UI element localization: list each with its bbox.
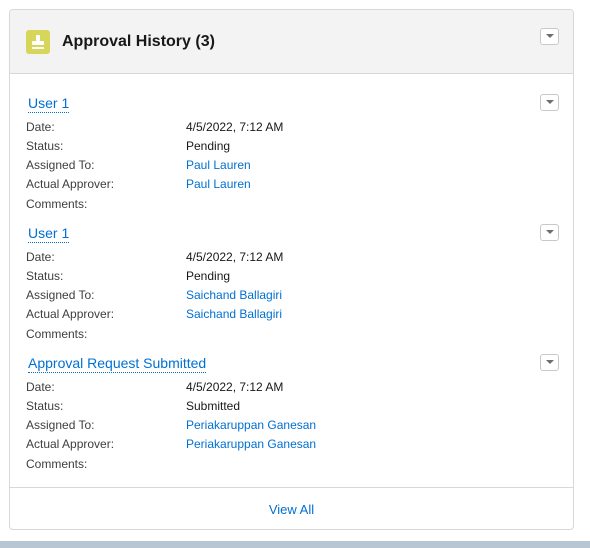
status-label: Status: (26, 399, 64, 413)
assigned-to-label: Assigned To: (26, 418, 95, 432)
status-label: Status: (26, 269, 64, 283)
date-label: Date: (26, 380, 55, 394)
actual-approver-link[interactable]: Periakaruppan Ganesan (186, 435, 316, 453)
status-value: Pending (186, 269, 231, 283)
card-header: Approval History (3) (10, 10, 573, 74)
assigned-to-link[interactable]: Saichand Ballagiri (186, 286, 282, 304)
approval-stamp-icon (26, 30, 50, 54)
approval-item: User 1 Date: 4/5/2022, 7:12 AM Status: P… (10, 94, 573, 220)
status-label: Status: (26, 139, 64, 153)
comments-label: Comments: (26, 197, 88, 211)
card-title: Approval History (3) (62, 33, 215, 50)
approval-item: Approval Request Submitted Date: 4/5/202… (10, 354, 573, 480)
date-value: 4/5/2022, 7:12 AM (186, 250, 284, 264)
date-value: 4/5/2022, 7:12 AM (186, 380, 284, 394)
actual-approver-label: Actual Approver: (26, 437, 115, 451)
assigned-to-link[interactable]: Periakaruppan Ganesan (186, 416, 316, 434)
actual-approver-link[interactable]: Paul Lauren (186, 175, 251, 193)
approval-history-card: Approval History (3) User 1 Date: 4/5/20… (9, 9, 574, 530)
comments-label: Comments: (26, 457, 88, 471)
date-label: Date: (26, 120, 55, 134)
comments-label: Comments: (26, 327, 88, 341)
actual-approver-label: Actual Approver: (26, 177, 115, 191)
card-footer: View All (10, 487, 573, 529)
assigned-to-label: Assigned To: (26, 158, 95, 172)
actual-approver-link[interactable]: Saichand Ballagiri (186, 305, 282, 323)
chevron-down-icon (546, 230, 554, 234)
item-menu-button[interactable] (540, 94, 559, 111)
item-menu-button[interactable] (540, 354, 559, 371)
page-bottom-bar (0, 541, 590, 548)
approval-item-title-link[interactable]: User 1 (28, 94, 70, 113)
view-all-link[interactable]: View All (10, 502, 573, 517)
approval-item-title-link[interactable]: User 1 (28, 224, 70, 243)
status-value: Pending (186, 139, 231, 153)
chevron-down-icon (546, 34, 554, 38)
assigned-to-label: Assigned To: (26, 288, 95, 302)
actual-approver-label: Actual Approver: (26, 307, 115, 321)
approval-item: User 1 Date: 4/5/2022, 7:12 AM Status: P… (10, 224, 573, 350)
chevron-down-icon (546, 100, 554, 104)
assigned-to-link[interactable]: Paul Lauren (186, 156, 251, 174)
date-label: Date: (26, 250, 55, 264)
date-value: 4/5/2022, 7:12 AM (186, 120, 284, 134)
header-menu-button[interactable] (540, 28, 559, 45)
approval-item-title-link[interactable]: Approval Request Submitted (28, 354, 207, 373)
status-value: Submitted (186, 399, 241, 413)
item-menu-button[interactable] (540, 224, 559, 241)
chevron-down-icon (546, 360, 554, 364)
